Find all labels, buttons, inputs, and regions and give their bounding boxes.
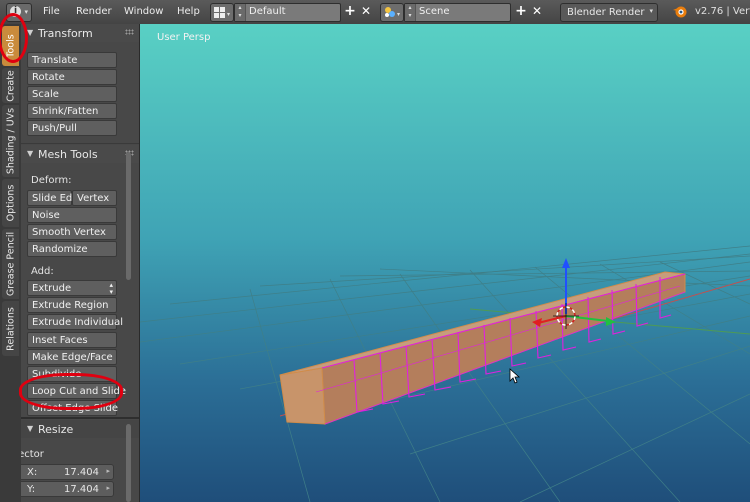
scene-arrows-icon: ▴ ▾ [405,4,416,21]
tab-relations[interactable]: Relations [2,301,19,356]
smooth-vertex-button[interactable]: Smooth Vertex [27,224,117,240]
scene-field[interactable]: ▴ ▾ Scene [404,3,511,22]
svg-text:▾: ▾ [397,11,400,18]
render-engine-label: Blender Render [567,7,645,18]
scene-name: Scene [419,6,450,17]
inset-faces-button[interactable]: Inset Faces [27,332,117,348]
deform-label: Deform: [31,175,72,186]
shelf-scrollbar[interactable] [126,152,131,280]
tool-shelf: ▼ Transform Translate Rotate Scale Shrin… [21,24,140,502]
screen-layout-icon[interactable]: ▾ [210,3,234,22]
blender-logo-icon [673,6,687,18]
resize-panel-title: Resize [38,423,74,436]
add-label: Add: [31,266,54,277]
make-edge-face-button[interactable]: Make Edge/Face [27,349,117,365]
slide-edge-button[interactable]: Slide Ed [27,190,72,206]
add-scene-button[interactable]: + [514,4,528,18]
vector-label: Vector [21,449,44,460]
chevron-down-icon: ▾ [649,7,653,15]
extrude-individual-button[interactable]: Extrude Individual [27,314,123,330]
operator-divider [21,417,139,419]
layout-arrows-icon: ▴ ▾ [235,4,246,21]
version-info: v2.76 | Verts [695,6,750,17]
mesh-object[interactable] [279,271,686,425]
slide-vertex-button[interactable]: Vertex [72,190,117,206]
layout-name: Default [249,6,286,17]
panel-divider [21,143,139,144]
add-layout-button[interactable]: + [343,4,357,18]
scale-button[interactable]: Scale [27,86,117,102]
menu-window[interactable]: Window [124,6,163,17]
translate-button[interactable]: Translate [27,52,117,68]
menu-file[interactable]: File [43,6,60,17]
tab-options[interactable]: Options [2,179,19,227]
tab-create[interactable]: Create [2,68,19,103]
tool-shelf-tabs: Tools Create Shading / UVs Options Greas… [0,24,22,502]
increment-icon: ▸ [106,467,110,475]
mesh-end-face [279,367,326,425]
collapse-triangle-icon: ▼ [27,149,34,158]
rotate-button[interactable]: Rotate [27,69,117,85]
chevron-down-icon: ▾ [24,8,28,16]
collapse-triangle-icon: ▼ [27,424,34,433]
3d-viewport[interactable]: User Persp [140,24,750,502]
operator-scrollbar[interactable] [126,424,131,502]
shrink-fatten-button[interactable]: Shrink/Fatten [27,103,117,119]
z-arrow-head-icon [562,258,570,268]
top-header: i ▾ File Render Window Help ▾ ▴ ▾ Default … [0,0,750,25]
svg-text:▾: ▾ [227,11,230,18]
scene-canvas [140,245,750,502]
resize-x-field[interactable]: ◂ X: 17.404 ▸ [21,464,114,480]
drag-grip-icon[interactable] [125,29,134,35]
delete-scene-button[interactable]: ✕ [530,4,544,18]
extrude-dropdown[interactable]: Extrude ▴ ▾ [27,280,117,296]
extrude-region-button[interactable]: Extrude Region [27,297,117,313]
mesh-tools-panel-title: Mesh Tools [38,148,98,161]
tab-grease-pencil[interactable]: Grease Pencil [2,229,19,299]
transform-panel-header[interactable]: ▼ Transform [21,24,139,42]
push-pull-button[interactable]: Push/Pull [27,120,117,136]
loop-cut-highlight [19,373,123,410]
transform-panel-title: Transform [38,27,93,40]
menu-render[interactable]: Render [76,6,112,17]
tab-shading-uvs[interactable]: Shading / UVs [2,105,19,177]
menu-help[interactable]: Help [177,6,200,17]
resize-y-field[interactable]: ◂ Y: 17.404 ▸ [21,481,114,497]
resize-panel-header[interactable]: ▼ Resize [21,420,139,438]
noise-button[interactable]: Noise [27,207,117,223]
randomize-button[interactable]: Randomize [27,241,117,257]
render-engine-dropdown[interactable]: Blender Render ▾ [560,3,658,22]
increment-icon: ▸ [106,484,110,492]
mesh-tools-panel-header[interactable]: ▼ Mesh Tools [21,145,139,163]
screen-layout-field[interactable]: ▴ ▾ Default [234,3,341,22]
delete-layout-button[interactable]: ✕ [359,4,373,18]
scene-icon[interactable]: ▾ [380,3,404,22]
updown-arrows-icon: ▴ ▾ [109,281,113,296]
